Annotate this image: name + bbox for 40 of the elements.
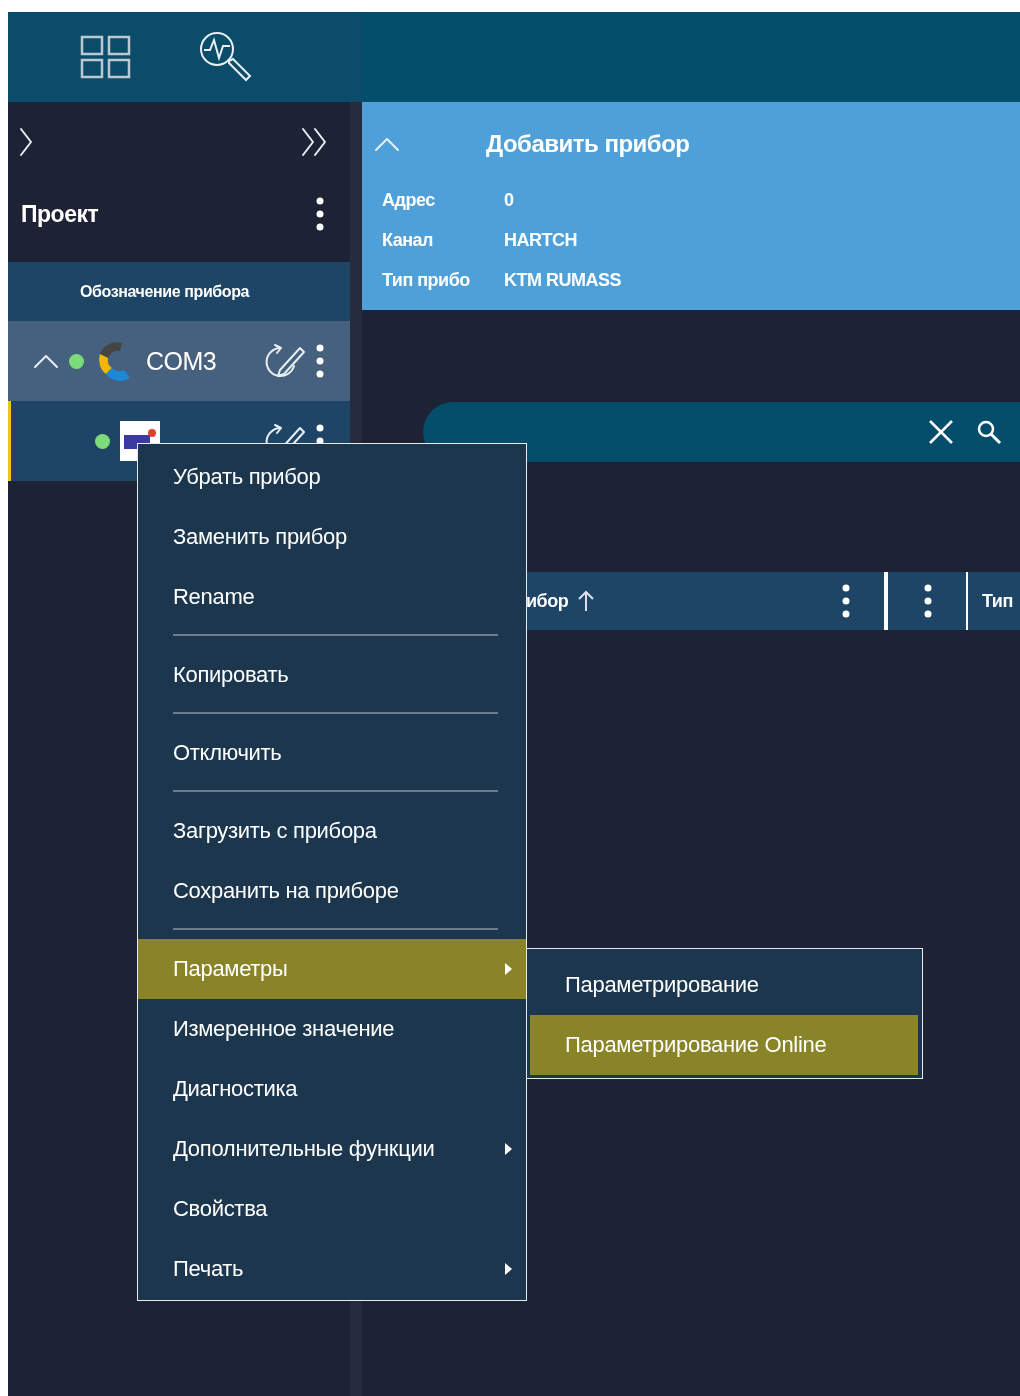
chevron-up-icon[interactable]	[33, 353, 59, 369]
close-icon[interactable]	[928, 419, 954, 445]
column-header[interactable]: ибор	[526, 590, 569, 612]
field-label: Тип прибо	[382, 270, 471, 291]
tree-label: COM3	[146, 346, 217, 376]
menu-item[interactable]: Заменить прибор	[138, 507, 526, 567]
field-value: HARTCH	[504, 230, 578, 251]
field-label: Канал	[382, 230, 435, 251]
menu-item[interactable]: Убрать прибор	[138, 447, 526, 507]
menu-item[interactable]: Печать	[138, 1239, 526, 1299]
menu-item[interactable]: Параметрирование Online	[530, 1015, 918, 1075]
menu-item[interactable]: Измеренное значение	[138, 999, 526, 1059]
menu-item[interactable]: Загрузить с прибора	[138, 801, 526, 861]
menu-item[interactable]: Копировать	[138, 645, 526, 705]
search-icon[interactable]	[976, 419, 1002, 445]
panel-title: Добавить прибор	[486, 130, 690, 158]
column-header[interactable]: Тип	[982, 590, 1013, 612]
menu-item[interactable]: Дополнительные функции	[138, 1119, 526, 1179]
field-value: KTM RUMASS	[504, 270, 622, 291]
menu-item[interactable]: Параметрирование	[530, 955, 918, 1015]
arrow-up-icon[interactable]	[578, 590, 595, 612]
field-value: 0	[504, 190, 515, 211]
column-menu-icon[interactable]	[924, 584, 932, 618]
menu-item[interactable]: Свойства	[138, 1179, 526, 1239]
menu-item[interactable]: Отключить	[138, 723, 526, 783]
menu-item[interactable]: Параметры	[138, 939, 526, 999]
tree-row[interactable]: COM3	[8, 321, 350, 401]
grid-icon[interactable]	[80, 35, 132, 79]
menu-item[interactable]: Диагностика	[138, 1059, 526, 1119]
more-icon[interactable]	[316, 197, 324, 231]
monitor-search-icon[interactable]	[198, 30, 254, 84]
project-title: Проект	[21, 200, 99, 228]
menu-item[interactable]: Rename	[138, 567, 526, 627]
chevron-right-icon[interactable]	[18, 126, 34, 158]
search-field[interactable]	[423, 402, 1020, 462]
field-label: Адрес	[382, 190, 436, 211]
column-menu-icon[interactable]	[842, 584, 850, 618]
more-icon[interactable]	[316, 344, 324, 378]
column-header[interactable]: Обозначение прибора	[8, 262, 350, 321]
menu-item[interactable]: Сохранить на приборе	[138, 861, 526, 921]
